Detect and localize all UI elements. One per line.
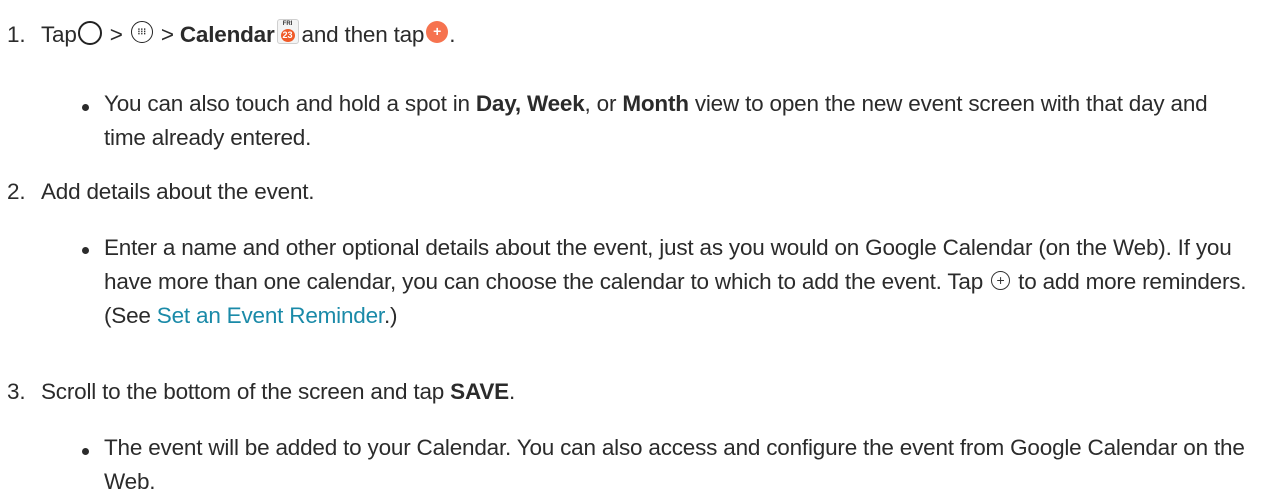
bullet-dot xyxy=(82,448,89,455)
step-number: 3. xyxy=(7,379,26,404)
period: . xyxy=(449,22,456,47)
step-text-tail: and then tap xyxy=(301,22,425,47)
bullet-dot xyxy=(82,247,89,254)
set-event-reminder-link[interactable]: Set an Event Reminder xyxy=(157,303,384,328)
step-number: 1. xyxy=(7,22,26,47)
bullet-text: .) xyxy=(383,303,398,328)
save-label: SAVE xyxy=(450,379,509,404)
step-number: 2. xyxy=(7,179,26,204)
bullet-text: You can also touch and hold a spot in xyxy=(104,91,476,116)
home-button-icon xyxy=(77,21,102,46)
step-word: Tap xyxy=(41,22,77,47)
bullet-dot xyxy=(82,104,89,111)
period: . xyxy=(508,379,516,404)
step-2-bullet: Enter a name and other optional details … xyxy=(104,231,1249,333)
day-week-label: Day, Week xyxy=(475,91,585,116)
add-reminder-icon: + xyxy=(991,270,1011,290)
bullet-text: , or xyxy=(584,91,623,116)
step-text-lead: Scroll to the bottom of the screen and t… xyxy=(41,379,451,404)
month-label: Month xyxy=(622,91,689,116)
step-text: Add details about the event. xyxy=(41,179,315,204)
separator: > xyxy=(160,22,174,47)
bullet-text: The event will be added to your Calendar… xyxy=(104,435,1245,494)
step-1-bullet: You can also touch and hold a spot in Da… xyxy=(104,87,1249,155)
separator: > xyxy=(109,22,123,47)
calendar-label: Calendar xyxy=(179,22,275,47)
step-text: Tap > ⁝⁝⁝ > Calendar FRI 23 and then tap +. xyxy=(41,18,456,49)
add-event-fab-icon: + xyxy=(426,21,449,44)
calendar-icon-day: FRI xyxy=(282,20,293,27)
calendar-app-icon: FRI 23 xyxy=(276,18,299,44)
calendar-icon-date: 23 xyxy=(280,28,295,42)
step-3-bullet: The event will be added to your Calendar… xyxy=(104,431,1249,499)
step-text: Scroll to the bottom of the screen and t… xyxy=(41,379,515,405)
apps-icon: ⁝⁝⁝ xyxy=(130,21,153,44)
